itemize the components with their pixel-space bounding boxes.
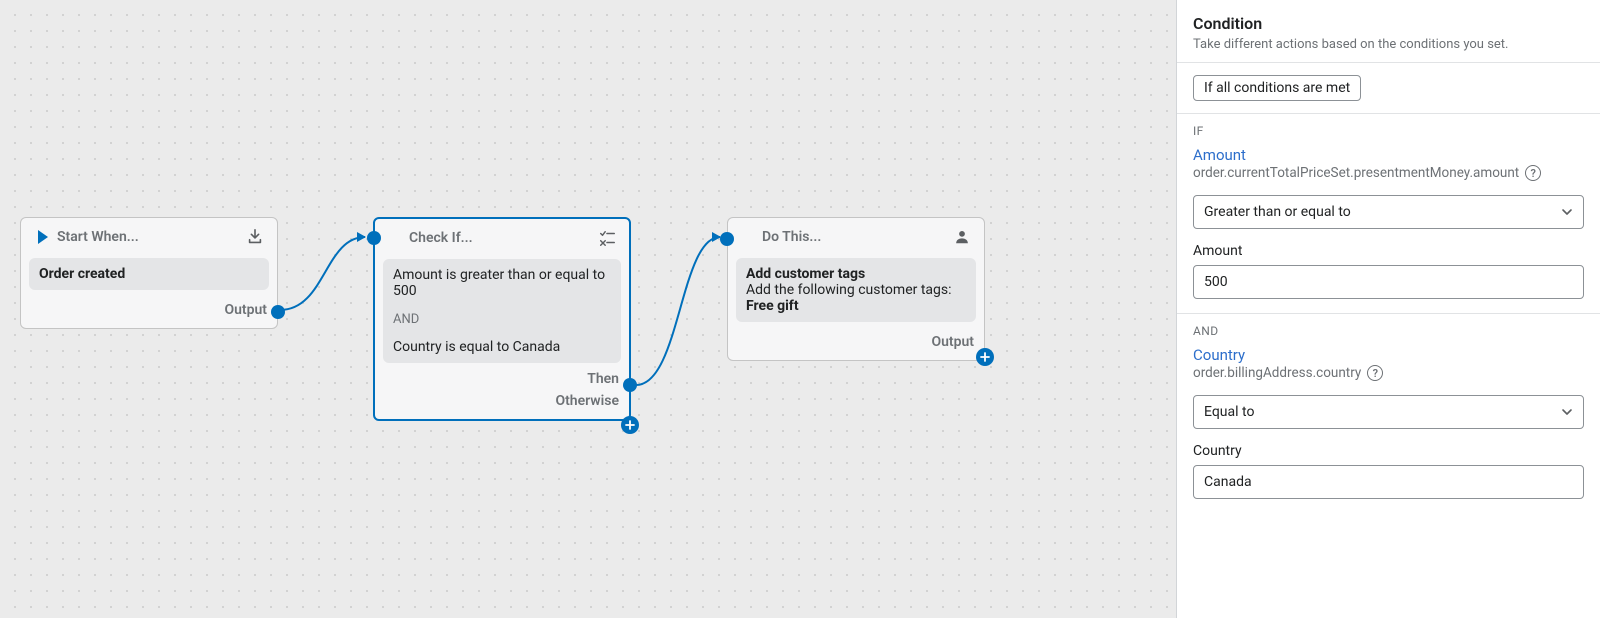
panel-title: Condition [1193,14,1584,33]
action-subtitle: Add the following customer tags: [746,282,966,298]
condition-panel: Condition Take different actions based o… [1176,0,1600,618]
output-label: Output [224,302,267,318]
input-port[interactable] [720,232,734,246]
operator-value: Equal to [1204,404,1254,420]
value-input-wrapper[interactable] [1193,465,1584,499]
node-header: Check If... [375,219,629,257]
node-header: Do This... [728,218,984,256]
node-start[interactable]: Start When... Order created Output [20,217,278,329]
then-label: Then [587,371,619,387]
condition-mode-chip[interactable]: If all conditions are met [1193,75,1361,101]
and-label: AND [393,312,419,327]
output-label: Output [931,334,974,350]
if-label: IF [1177,114,1600,146]
node-header-label: Do This... [762,229,821,245]
play-icon [33,227,53,247]
condition-summary-1: Amount is greater than or equal to 500 [383,259,621,307]
condition-and: AND [383,307,621,331]
chevron-down-icon [1561,206,1573,218]
condition-line-1: Amount is greater than or equal to 500 [393,267,605,299]
output-port-add[interactable] [976,348,994,366]
and-label: AND [1177,314,1600,346]
import-icon[interactable] [245,227,265,247]
condition-field-link[interactable]: Amount [1193,146,1584,164]
person-icon [952,227,972,247]
value-input[interactable] [1204,474,1573,490]
value-input[interactable] [1204,274,1573,290]
condition-field-link[interactable]: Country [1193,346,1584,364]
node-header-label: Check If... [409,230,473,246]
trigger-name: Order created [39,266,125,282]
condition-field-path: order.currentTotalPriceSet.presentmentMo… [1193,165,1519,181]
workflow-canvas[interactable]: Start When... Order created Output Check… [0,0,1176,618]
then-port[interactable] [623,378,637,392]
output-port[interactable] [271,305,285,319]
value-input-wrapper[interactable] [1193,265,1584,299]
help-icon[interactable]: ? [1367,365,1383,381]
then-footer: Then [375,371,629,393]
otherwise-label: Otherwise [555,393,619,409]
chevron-down-icon [1561,406,1573,418]
condition-field-path: order.billingAddress.country [1193,365,1361,381]
value-label: Amount [1193,243,1584,259]
trigger-block: Order created [29,258,269,290]
otherwise-port-add[interactable] [621,416,639,434]
condition-summary-2: Country is equal to Canada [383,331,621,363]
panel-description: Take different actions based on the cond… [1193,37,1584,52]
arrowhead-icon [357,232,366,242]
input-port[interactable] [367,231,381,245]
node-footer: Output [21,298,277,328]
action-tag: Free gift [746,298,966,314]
otherwise-footer: Otherwise [375,393,629,419]
node-condition[interactable]: Check If... Amount is greater than or eq… [373,217,631,421]
value-label: Country [1193,443,1584,459]
node-action[interactable]: Do This... Add customer tags Add the fol… [727,217,985,361]
node-header-label: Start When... [57,229,139,245]
action-block: Add customer tags Add the following cust… [736,258,976,322]
operator-select[interactable]: Equal to [1193,395,1584,429]
operator-value: Greater than or equal to [1204,204,1351,220]
condition-line-2: Country is equal to Canada [393,339,560,355]
operator-select[interactable]: Greater than or equal to [1193,195,1584,229]
action-title: Add customer tags [746,266,966,282]
node-header: Start When... [21,218,277,256]
help-icon[interactable]: ? [1525,165,1541,181]
node-footer: Output [728,330,984,360]
checklist-icon [597,228,617,248]
